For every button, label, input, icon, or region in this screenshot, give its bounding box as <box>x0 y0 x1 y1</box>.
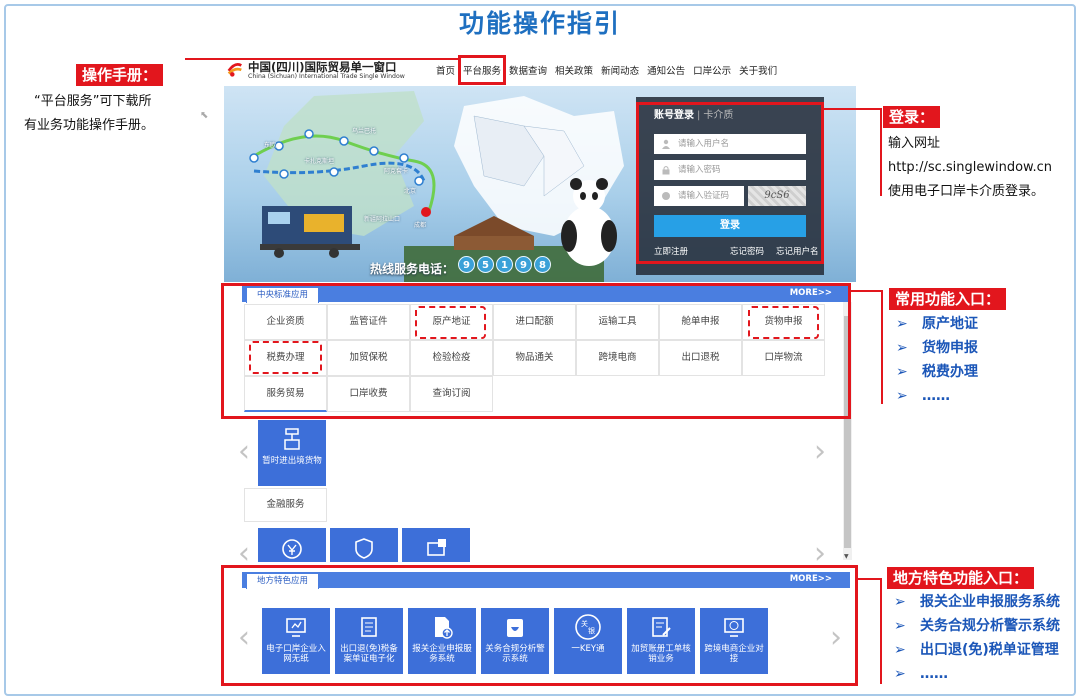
list-item: ➢…… <box>896 384 978 408</box>
highlight-login-panel <box>636 102 824 264</box>
hotline-digit: 1 <box>496 256 513 273</box>
login-url: http://sc.singlewindow.cn <box>888 160 1053 175</box>
local-functions-label: 地方特色功能入口： <box>887 567 1035 589</box>
list-item: ➢ 报关企业申报服务系统 <box>894 590 1060 614</box>
local-functions-list: ➢ 报关企业申报服务系统 ➢ 关务合规分析警示系统 ➢ 出口退(免)税单证管理 ➢…… <box>894 590 1060 686</box>
login-label: 登录： <box>883 106 941 128</box>
page-title: 功能操作指引 <box>458 9 621 38</box>
connector-login <box>824 108 880 110</box>
app-financial-services[interactable]: 金融服务 <box>244 488 327 522</box>
chevron-right-icon[interactable]: › <box>814 434 826 469</box>
payment-icon <box>427 539 446 556</box>
bullet-arrow-icon: ➢ <box>894 618 906 634</box>
logo-icon <box>227 63 242 77</box>
connector-local-vertical <box>880 578 882 684</box>
common-functions-label: 常用功能入口： <box>889 288 1007 310</box>
nav-data-query[interactable]: 数据查询 <box>509 63 547 77</box>
list-item: ➢ 关务合规分析警示系统 <box>894 614 1060 638</box>
hotline-digit: 9 <box>515 256 532 273</box>
list-item: ➢ 出口退(免)税单证管理 <box>894 638 1060 662</box>
connector-login-vertical <box>880 108 882 196</box>
route-label: 阿克套卡 <box>384 168 409 175</box>
scroll-down-icon[interactable]: ▼ <box>844 553 849 560</box>
list-item: ➢ 原产地证 <box>896 312 978 336</box>
highlight-central-apps <box>221 283 851 419</box>
bullet-arrow-icon: ➢ <box>894 642 906 658</box>
arrow-icon: ⬉ <box>200 110 209 121</box>
bullet-arrow-icon: ➢ <box>896 340 908 356</box>
tile-temporary-goods[interactable]: 暂时进出境货物 <box>258 420 326 486</box>
connector-common-vertical <box>881 290 883 404</box>
nav-notices[interactable]: 通知公告 <box>647 63 685 77</box>
login-note-line2: 使用电子口岸卡介质登录。 <box>888 184 1045 199</box>
bullet-arrow-icon: ➢ <box>896 364 908 380</box>
nav-policies[interactable]: 相关政策 <box>555 63 593 77</box>
list-item: ➢ 货物申报 <box>896 336 978 360</box>
manual-note-line1: “平台服务”可下载所 <box>34 94 152 109</box>
bullet-arrow-icon: ➢ <box>896 316 908 332</box>
connector-common <box>851 290 883 292</box>
route-label: 东欧 <box>264 142 277 149</box>
tile-finance-insurance[interactable] <box>330 528 398 562</box>
highlight-local-apps <box>221 565 858 686</box>
nav-about[interactable]: 关于我们 <box>739 63 777 77</box>
bullet-arrow-icon: ➢ <box>894 666 906 682</box>
bullet-arrow-icon: ➢ <box>896 388 908 404</box>
nav-home[interactable]: 首页 <box>436 63 455 77</box>
nav-port-publicity[interactable]: 口岸公示 <box>693 63 731 77</box>
bullet-arrow-icon: ➢ <box>894 594 906 610</box>
connector-manual <box>185 58 459 60</box>
login-note-line1: 输入网址 <box>888 136 941 151</box>
tile-label: 暂时进出境货物 <box>262 456 322 466</box>
top-navigation: 中国(四川)国际贸易单一窗口 China (Sichuan) Internati… <box>224 56 856 86</box>
route-label: 卡扎克斯坦 <box>304 158 335 165</box>
tile-finance-payment[interactable] <box>402 528 470 562</box>
hotline-number: 9 5 1 9 8 <box>458 256 551 273</box>
route-label: 北京 <box>404 188 417 195</box>
shield-icon <box>355 538 373 559</box>
list-item: ➢…… <box>894 662 1060 686</box>
list-item: ➢ 税费办理 <box>896 360 978 384</box>
route-label: 新疆阿拉山口 <box>364 216 401 223</box>
route-label: 成都 <box>414 222 427 229</box>
chevron-left-icon[interactable]: ‹ <box>238 434 250 469</box>
nav-news[interactable]: 新闻动态 <box>601 63 639 77</box>
logo-subtitle: China (Sichuan) International Trade Sing… <box>248 73 405 80</box>
hotline-digit: 9 <box>458 256 475 273</box>
common-functions-list: ➢ 原产地证 ➢ 货物申报 ➢ 税费办理 ➢…… <box>896 312 978 408</box>
tile-finance-currency[interactable] <box>258 528 326 562</box>
route-label: 乌兰巴托 <box>352 128 377 135</box>
highlight-platform-service <box>458 55 506 85</box>
manual-label: 操作手册： <box>76 64 164 86</box>
hotline-label: 热线服务电话： <box>370 262 455 276</box>
manual-note-line2: 有业务功能操作手册。 <box>24 118 155 133</box>
crane-icon <box>284 428 300 450</box>
currency-icon <box>282 539 302 559</box>
hotline-digit: 8 <box>534 256 551 273</box>
hotline-digit: 5 <box>477 256 494 273</box>
connector-local <box>858 578 882 580</box>
